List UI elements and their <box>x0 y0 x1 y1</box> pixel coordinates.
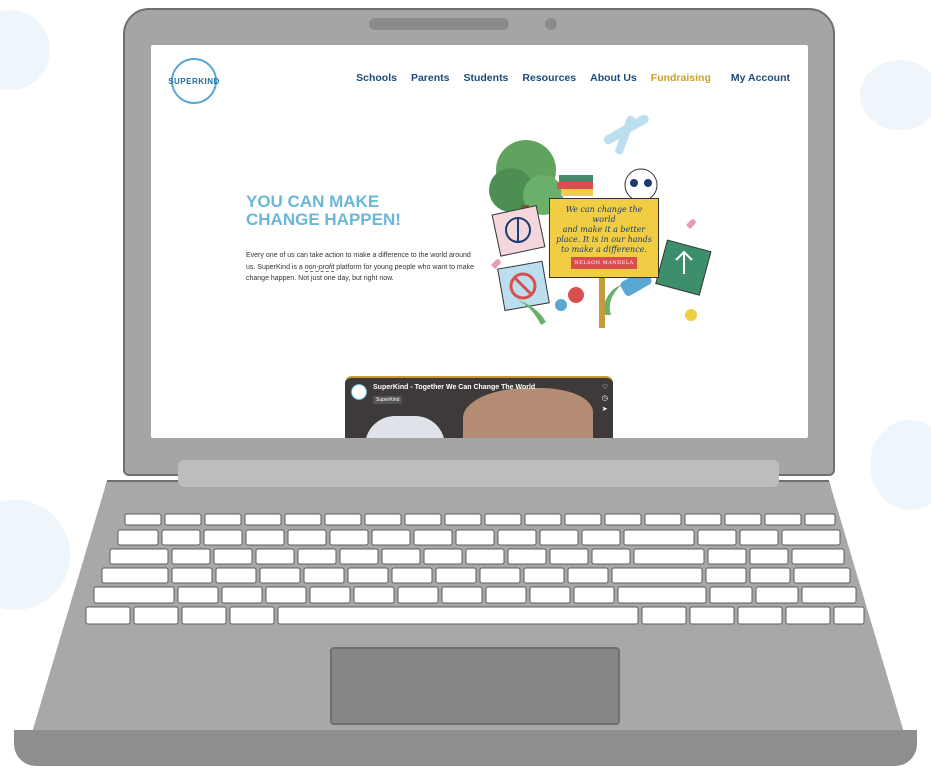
keyboard-row-2 <box>117 529 841 546</box>
keyboard-row-1 <box>124 513 836 526</box>
keyboard-row-6 <box>85 606 865 625</box>
keyboard-row-4 <box>101 567 851 584</box>
trackpad <box>330 647 620 725</box>
spacebar <box>277 606 639 625</box>
keyboard-row-3 <box>109 548 845 565</box>
keyboard-row-5 <box>93 586 857 604</box>
laptop-bottom-edge <box>14 730 917 766</box>
